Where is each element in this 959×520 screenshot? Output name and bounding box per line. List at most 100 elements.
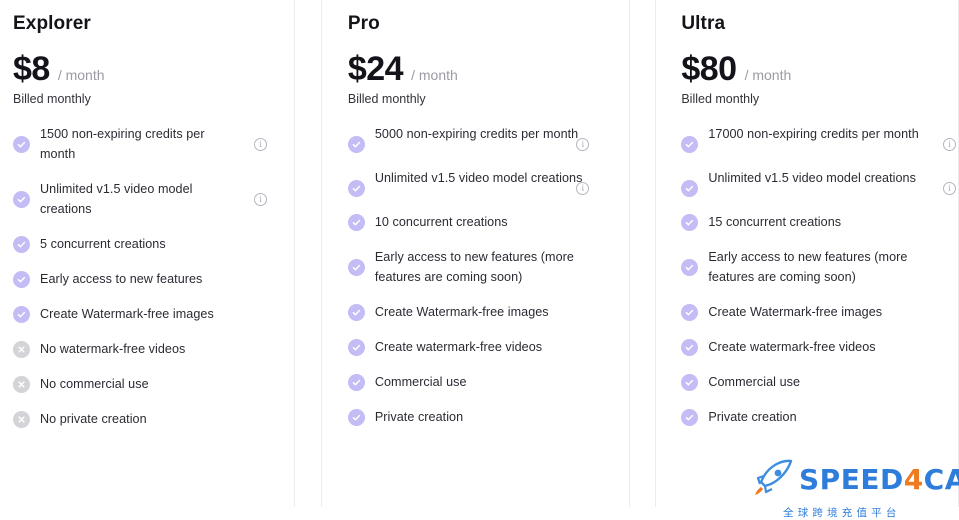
price-amount: $80 [681,49,737,88]
plan-name: Pro [347,13,380,34]
check-circle-icon [13,191,30,209]
feature-label: Unlimited v1.5 video model creations [40,182,193,216]
plan-card-inner: Ultra $80 / month Billed monthly 17000 non-e… [656,0,958,428]
check-circle-icon [681,213,699,231]
info-icon[interactable]: i [943,137,956,151]
feature-label: 15 concurrent creations [708,214,842,229]
info-icon[interactable]: i [253,137,267,151]
price-period: / month [57,66,105,83]
plan-card-pro: Pro $24 / month Billed monthly 5000 non-expi… [320,0,631,507]
check-circle-icon [13,306,30,324]
feature-label: Create watermark-free videos [374,340,543,355]
feature-list: 1500 non-expiring credits per month i Unli… [13,125,284,431]
feature-item: Private creation [347,408,619,428]
feature-item: 10 concurrent creations [347,213,619,233]
price-amount: $8 [13,49,50,88]
feature-item: No private creation [13,410,284,430]
price-row: $8 / month [13,52,284,86]
check-circle-icon [681,409,699,427]
feature-label: No watermark-free videos [40,342,186,357]
feature-label: Create watermark-free videos [708,340,876,355]
feature-label: Private creation [374,410,464,425]
feature-item: Create watermark-free videos [347,338,619,358]
price-period: / month [411,66,458,83]
check-circle-icon [347,258,365,276]
feature-item: Early access to new features [13,270,284,290]
check-circle-icon [13,271,30,289]
feature-label: 1500 non-expiring credits per month [40,126,205,161]
feature-item: Create Watermark-free images [347,303,619,323]
plan-name: Ultra [681,13,726,34]
feature-item: 5000 non-expiring credits per month i [347,125,619,153]
x-circle-icon [13,376,30,394]
info-icon[interactable]: i [576,137,590,151]
pricing-plans-container: Explorer $8 / month Billed monthly 1500 non-… [0,0,959,507]
price-period: / month [744,66,792,83]
feature-label: No private creation [40,412,147,427]
price-amount: $24 [347,49,404,88]
check-circle-icon [347,374,365,392]
feature-label: Private creation [708,410,797,425]
price-row: $24 / month [348,52,619,86]
feature-label: Create Watermark-free images [708,305,883,320]
feature-label: Unlimited v1.5 video model creations [374,170,583,185]
feature-item: Create watermark-free videos [681,338,948,358]
check-circle-icon [13,135,30,153]
check-circle-icon [681,374,699,392]
feature-label: Unlimited v1.5 video model creations [708,170,916,185]
feature-label: Early access to new features [40,272,203,287]
feature-list: 17000 non-expiring credits per month i Unl… [681,125,956,428]
feature-label: Early access to new features (more featu… [374,249,574,284]
feature-item: Unlimited v1.5 video model creations i [13,180,284,219]
price-row: $80 / month [681,52,948,86]
info-icon[interactable]: i [253,193,267,207]
feature-item: No commercial use [13,375,284,395]
feature-label: 5 concurrent creations [40,237,166,252]
check-circle-icon [347,135,365,153]
feature-label: Create Watermark-free images [40,307,214,322]
watermark-subtitle: 全球跨境充值平台 [783,507,901,519]
feature-label: Commercial use [708,375,801,390]
check-circle-icon [681,135,699,153]
feature-item: Early access to new features (more featu… [681,248,948,287]
feature-label: Create Watermark-free images [374,305,549,320]
billing-note: Billed monthly [681,91,760,106]
feature-label: 17000 non-expiring credits per month [708,126,919,141]
billing-note: Billed monthly [13,91,91,106]
billing-note: Billed monthly [347,91,426,106]
feature-label: No commercial use [40,377,149,392]
check-circle-icon [681,339,699,357]
info-icon[interactable]: i [943,181,956,195]
feature-item: 15 concurrent creations [681,213,948,233]
check-circle-icon [681,258,699,276]
plan-name: Explorer [13,13,91,34]
feature-item: 5 concurrent creations [13,235,284,255]
feature-list: 5000 non-expiring credits per month i Unli… [347,125,619,428]
plan-card-inner: Explorer $8 / month Billed monthly 1500 non-… [0,0,294,430]
feature-label: Commercial use [374,375,467,390]
check-circle-icon [347,339,365,357]
feature-item: Unlimited v1.5 video model creations i [347,169,619,197]
feature-item: 1500 non-expiring credits per month i [13,125,284,164]
feature-item: Private creation [681,408,948,428]
plan-card-explorer: Explorer $8 / month Billed monthly 1500 non-… [0,0,295,507]
plan-card-ultra: Ultra $80 / month Billed monthly 17000 non-e… [655,0,959,507]
feature-item: Commercial use [681,373,948,393]
feature-item: No watermark-free videos [13,340,284,360]
feature-item: Unlimited v1.5 video model creations i [681,169,956,197]
feature-label: 5000 non-expiring credits per month [374,126,579,141]
check-circle-icon [347,409,365,427]
check-circle-icon [347,304,365,322]
feature-item: Create Watermark-free images [13,305,284,325]
plan-card-inner: Pro $24 / month Billed monthly 5000 non-expi… [322,0,629,428]
feature-item: Create Watermark-free images [681,303,948,323]
feature-label: Early access to new features (more featu… [708,249,908,284]
feature-item: Early access to new features (more featu… [347,248,619,287]
x-circle-icon [13,411,30,429]
feature-item: 17000 non-expiring credits per month i [681,125,956,153]
feature-item: Commercial use [347,373,619,393]
info-icon[interactable]: i [576,181,590,195]
feature-label: 10 concurrent creations [374,214,508,229]
check-circle-icon [347,179,365,197]
check-circle-icon [13,236,30,254]
